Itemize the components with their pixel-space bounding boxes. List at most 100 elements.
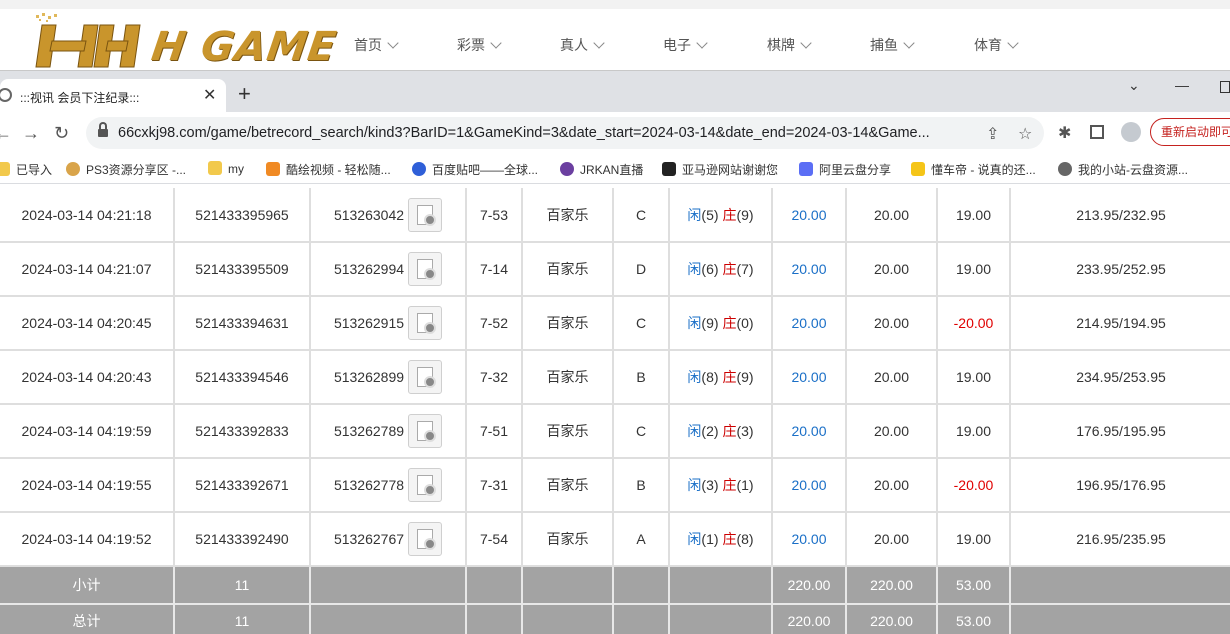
share-icon[interactable]: ⇪ [986,124,999,144]
folder-icon [208,161,222,175]
logo-mark-icon [35,13,141,68]
banker-label: 庄 [722,477,737,493]
nav-item-fishing[interactable]: 捕鱼 [870,35,915,55]
reload-icon[interactable]: ↻ [54,123,69,143]
valid-bet-cell: 20.00 [846,350,938,405]
nav-label: 棋牌 [767,37,795,53]
video-replay-icon[interactable] [408,468,443,502]
video-replay-icon[interactable] [408,360,443,394]
chevron-down-icon [387,37,399,49]
new-tab-button[interactable]: + [238,83,251,105]
nav-item-sports[interactable]: 体育 [974,35,1019,55]
site-logo[interactable]: H GAME [28,13,340,70]
player-score: (1) [701,531,719,547]
chevron-down-icon [593,37,605,49]
extensions-icon[interactable]: ✱ [1058,123,1071,143]
banker-score: (0) [736,315,754,331]
jrkan-site-icon [560,162,574,176]
table-row: 2024-03-14 04:19:55 521433392671 513262778… [0,458,1230,513]
player-score: (9) [701,315,719,331]
nav-label: 电子 [663,37,691,53]
video-replay-icon[interactable] [408,414,443,448]
side-panel-icon[interactable] [1090,125,1104,139]
nav-item-chess[interactable]: 棋牌 [767,35,812,55]
bet-area-cell: B [613,350,670,405]
forward-icon[interactable]: → [22,123,40,143]
bet-time-cell: 2024-03-14 04:21:07 [0,242,175,297]
order-no-cell: 521433392671 [174,458,311,513]
bookmark-label: my [228,162,244,176]
empty-cell [310,566,467,605]
amazon-icon [662,162,676,176]
empty-cell [1010,566,1230,605]
bookmark-item[interactable]: my [208,161,244,176]
game-result-cell: 闲(8) 庄(9) [669,350,773,405]
video-replay-icon[interactable] [408,306,443,340]
restart-to-update-button[interactable]: 重新启动即可 [1150,118,1230,146]
star-icon[interactable]: ☆ [1018,124,1032,144]
nav-item-home[interactable]: 首页 [354,35,399,55]
video-replay-icon[interactable] [408,197,443,232]
browser-tab[interactable]: :::视讯 会员下注纪录::: ✕ [0,79,226,113]
banker-label: 庄 [722,206,737,223]
empty-cell [466,604,523,634]
valid-bet-cell: 20.00 [846,458,938,513]
bet-area-cell: D [613,242,670,297]
round-no-cell: 513262915 [310,296,467,351]
banker-score: (1) [736,477,754,493]
balance-cell: 214.95/194.95 [1010,296,1230,351]
globe-icon [0,88,12,102]
profile-avatar[interactable] [1121,122,1141,142]
address-bar[interactable]: 66cxkj98.com/game/betrecord_search/kind3… [86,117,1044,149]
lock-icon[interactable] [98,122,108,138]
subtotal-row: 小计 11 220.00 220.00 53.00 [0,566,1230,605]
bookmark-label: JRKAN直播 [580,163,644,177]
player-score: (5) [701,206,719,223]
bookmark-item[interactable]: 已导入 [0,161,52,178]
summary-label: 小计 [0,566,175,605]
bookmark-item[interactable]: 亚马逊网站谢谢您 [662,161,778,178]
bookmark-item[interactable]: 我的小站-云盘资源... [1058,161,1188,178]
order-no-cell: 521433394546 [174,350,311,405]
close-icon[interactable]: ✕ [203,85,216,105]
nav-item-slots[interactable]: 电子 [663,35,708,55]
bookmark-item[interactable]: 懂车帝 - 说真的还... [911,161,1036,178]
bookmark-item[interactable]: JRKAN直播 [560,161,643,178]
video-replay-icon[interactable] [408,522,443,556]
round-no-cell: 513262994 [310,242,467,297]
bet-amount-cell: 20.00 [772,296,847,351]
bookmark-item[interactable]: 酷绘视频 - 轻松随... [266,161,391,178]
kuhui-site-icon [266,162,280,176]
nav-item-lottery[interactable]: 彩票 [457,35,502,55]
bookmark-item[interactable]: PS3资源分享区 -... [66,161,186,178]
globe-icon [1058,162,1072,176]
bookmark-label: 阿里云盘分享 [819,163,892,177]
video-replay-icon[interactable] [408,252,443,286]
tab-search-chevron-icon[interactable]: ⌄ [1128,77,1140,94]
game-type-cell: 百家乐 [522,404,614,459]
summary-valid: 220.00 [846,604,938,634]
bet-time-cell: 2024-03-14 04:21:18 [0,188,175,243]
back-icon[interactable]: ← [0,123,12,143]
round-no: 513263042 [333,206,405,223]
maximize-icon[interactable] [1220,81,1230,93]
url-text[interactable]: 66cxkj98.com/game/betrecord_search/kind3… [118,125,976,141]
balance-cell: 213.95/232.95 [1010,188,1230,243]
order-no-cell: 521433392490 [174,512,311,567]
empty-cell [522,566,614,605]
minimize-icon[interactable]: — [1175,77,1189,93]
site-header: H GAME 首页 彩票 真人 电子 棋牌 捕鱼 体育 [0,9,1230,70]
banker-score: (9) [736,369,754,385]
bookmark-item[interactable]: 百度贴吧——全球... [412,161,538,178]
bet-amount-cell: 20.00 [772,512,847,567]
nav-item-live[interactable]: 真人 [560,35,605,55]
bookmark-label: 酷绘视频 - 轻松随... [286,163,391,177]
nav-label: 首页 [354,37,382,53]
banker-score: (3) [736,423,754,439]
table-no-cell: 7-54 [466,512,523,567]
bookmark-item[interactable]: 阿里云盘分享 [799,161,891,178]
player-score: (2) [701,423,719,439]
game-result-cell: 闲(9) 庄(0) [669,296,773,351]
game-result-cell: 闲(6) 庄(7) [669,242,773,297]
summary-bet: 220.00 [772,566,847,605]
